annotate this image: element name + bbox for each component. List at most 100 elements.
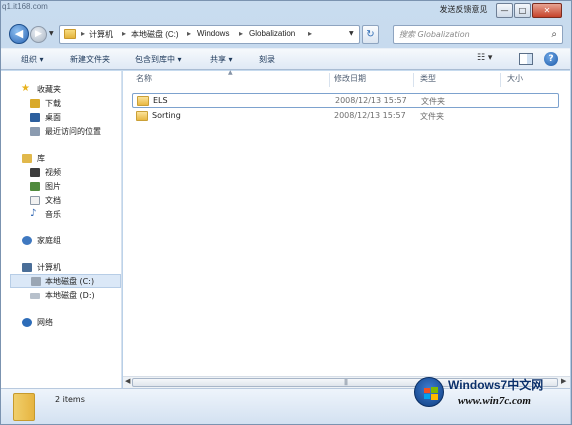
column-header-date[interactable]: 修改日期 xyxy=(334,73,366,88)
nav-pictures[interactable]: 图片 xyxy=(1,180,122,194)
crumb-separator[interactable]: ▸ xyxy=(239,29,243,38)
nav-drive-d[interactable]: 本地磁盘 (D:) xyxy=(1,289,122,303)
crumb-separator[interactable]: ▸ xyxy=(122,29,126,38)
help-icon[interactable]: ? xyxy=(544,52,558,66)
include-in-library-button[interactable]: 包含到库中 ▾ xyxy=(135,54,182,65)
nav-network-label: 网络 xyxy=(37,318,53,327)
file-type: 文件夹 xyxy=(421,97,445,106)
windows-flag-icon xyxy=(424,387,438,400)
libraries-icon xyxy=(22,154,32,163)
drive-icon xyxy=(30,293,40,299)
file-list: ▲ 名称 修改日期 类型 大小 ELS 2008/12/13 15:57 文件夹… xyxy=(123,69,570,388)
nav-desktop-label: 桌面 xyxy=(45,113,61,122)
breadcrumb-computer[interactable]: 计算机 xyxy=(89,29,113,40)
crumb-separator[interactable]: ▸ xyxy=(308,29,312,38)
folder-icon xyxy=(13,393,35,421)
star-icon: ★ xyxy=(21,83,30,94)
pictures-icon xyxy=(30,182,40,191)
preview-pane-icon[interactable] xyxy=(519,53,533,65)
recent-pages-dropdown[interactable]: ▼ xyxy=(49,30,54,37)
folder-icon xyxy=(64,29,76,39)
back-button[interactable]: ◀ xyxy=(9,24,29,44)
refresh-button[interactable]: ↻ xyxy=(362,25,379,44)
nav-favorites[interactable]: ★ 收藏夹 xyxy=(1,83,122,97)
nav-desktop[interactable]: 桌面 xyxy=(1,111,122,125)
grip-icon: ||| xyxy=(344,379,348,386)
maximize-button[interactable]: □ xyxy=(514,3,531,18)
documents-icon xyxy=(30,196,40,205)
crumb-separator[interactable]: ▸ xyxy=(81,29,85,38)
badge-url: www.win7c.com xyxy=(458,395,531,407)
folder-icon xyxy=(136,111,148,121)
crumb-separator[interactable]: ▸ xyxy=(187,29,191,38)
breadcrumb-windows[interactable]: Windows xyxy=(197,29,229,38)
column-header-size[interactable]: 大小 xyxy=(507,73,523,88)
item-count: 2 items xyxy=(55,395,85,404)
badge-title: Windows7中文网 xyxy=(448,378,544,392)
close-button[interactable]: ✕ xyxy=(532,3,562,18)
nav-homegroup[interactable]: 家庭组 xyxy=(1,234,122,248)
forward-button[interactable]: ▶ xyxy=(30,26,47,43)
file-name: ELS xyxy=(153,96,168,105)
nav-videos[interactable]: 视频 xyxy=(1,166,122,180)
nav-music-label: 音乐 xyxy=(45,210,61,219)
search-icon[interactable]: ⌕ xyxy=(551,29,557,40)
minimize-button[interactable]: — xyxy=(496,3,513,18)
column-header-name[interactable]: 名称 xyxy=(136,73,152,88)
nav-drive-c[interactable]: 本地磁盘 (C:) xyxy=(10,274,121,288)
column-header-type[interactable]: 类型 xyxy=(420,73,436,88)
nav-computer-label: 计算机 xyxy=(37,263,61,272)
scroll-right-icon[interactable]: ▶ xyxy=(561,377,566,385)
column-divider[interactable] xyxy=(413,73,414,87)
file-row-els[interactable]: ELS 2008/12/13 15:57 文件夹 xyxy=(132,93,559,108)
search-placeholder: 搜索 Globalization xyxy=(399,30,470,39)
music-icon: ♪ xyxy=(30,208,37,219)
nav-drive-d-label: 本地磁盘 (D:) xyxy=(45,291,95,300)
column-divider[interactable] xyxy=(329,73,330,87)
nav-computer[interactable]: 计算机 xyxy=(1,261,122,275)
nav-network[interactable]: 网络 xyxy=(1,316,122,330)
watermark-text: q1.it168.com xyxy=(2,2,48,11)
file-row-sorting[interactable]: Sorting 2008/12/13 15:57 文件夹 xyxy=(132,109,559,124)
scroll-left-icon[interactable]: ◀ xyxy=(125,377,130,385)
breadcrumb-drive-c[interactable]: 本地磁盘 (C:) xyxy=(131,29,179,40)
nav-music[interactable]: ♪ 音乐 xyxy=(1,208,122,222)
nav-pictures-label: 图片 xyxy=(45,182,61,191)
organize-button[interactable]: 组织 ▾ xyxy=(21,54,44,65)
share-button[interactable]: 共享 ▾ xyxy=(210,54,233,65)
nav-recent-label: 最近访问的位置 xyxy=(45,127,101,136)
nav-documents[interactable]: 文档 xyxy=(1,194,122,208)
view-options-icon[interactable]: ☷ ▾ xyxy=(477,53,511,67)
breadcrumb-globalization[interactable]: Globalization xyxy=(249,29,295,38)
folder-icon xyxy=(137,96,149,106)
nav-recent[interactable]: 最近访问的位置 xyxy=(1,125,122,139)
computer-icon xyxy=(22,263,32,272)
desktop-icon xyxy=(30,113,40,122)
new-folder-button[interactable]: 新建文件夹 xyxy=(70,54,110,65)
address-dropdown-icon[interactable]: ▼ xyxy=(349,30,354,37)
nav-documents-label: 文档 xyxy=(45,196,61,205)
downloads-folder-icon xyxy=(30,99,40,108)
file-name: Sorting xyxy=(152,111,181,120)
nav-libraries[interactable]: 库 xyxy=(1,152,122,166)
address-bar[interactable]: ▸ 计算机 ▸ 本地磁盘 (C:) ▸ Windows ▸ Globalizat… xyxy=(59,25,360,44)
homegroup-icon xyxy=(22,236,32,245)
nav-libraries-label: 库 xyxy=(37,154,45,163)
nav-homegroup-label: 家庭组 xyxy=(37,236,61,245)
videos-icon xyxy=(30,168,40,177)
column-divider[interactable] xyxy=(500,73,501,87)
burn-button[interactable]: 刻录 xyxy=(259,54,275,65)
recent-places-icon xyxy=(30,127,40,136)
command-bar: 组织 ▾ 新建文件夹 包含到库中 ▾ 共享 ▾ 刻录 ☷ ▾ ? xyxy=(1,48,570,70)
navigation-pane: ★ 收藏夹 下载 桌面 最近访问的位置 库 视频 图片 文档 ♪ 音乐 家庭组 … xyxy=(1,71,122,388)
nav-downloads-label: 下载 xyxy=(45,99,61,108)
watermark-logo: Windows7中文网 www.win7c.com xyxy=(412,374,558,414)
nav-downloads[interactable]: 下载 xyxy=(1,97,122,111)
windows-orb-icon xyxy=(414,377,444,407)
network-icon xyxy=(22,318,32,327)
search-input[interactable]: 搜索 Globalization ⌕ xyxy=(393,25,563,44)
sort-ascending-icon: ▲ xyxy=(228,69,233,76)
send-feedback-link[interactable]: 发送反馈意见 xyxy=(434,3,493,18)
file-date: 2008/12/13 15:57 xyxy=(335,96,407,105)
file-date: 2008/12/13 15:57 xyxy=(334,111,406,120)
